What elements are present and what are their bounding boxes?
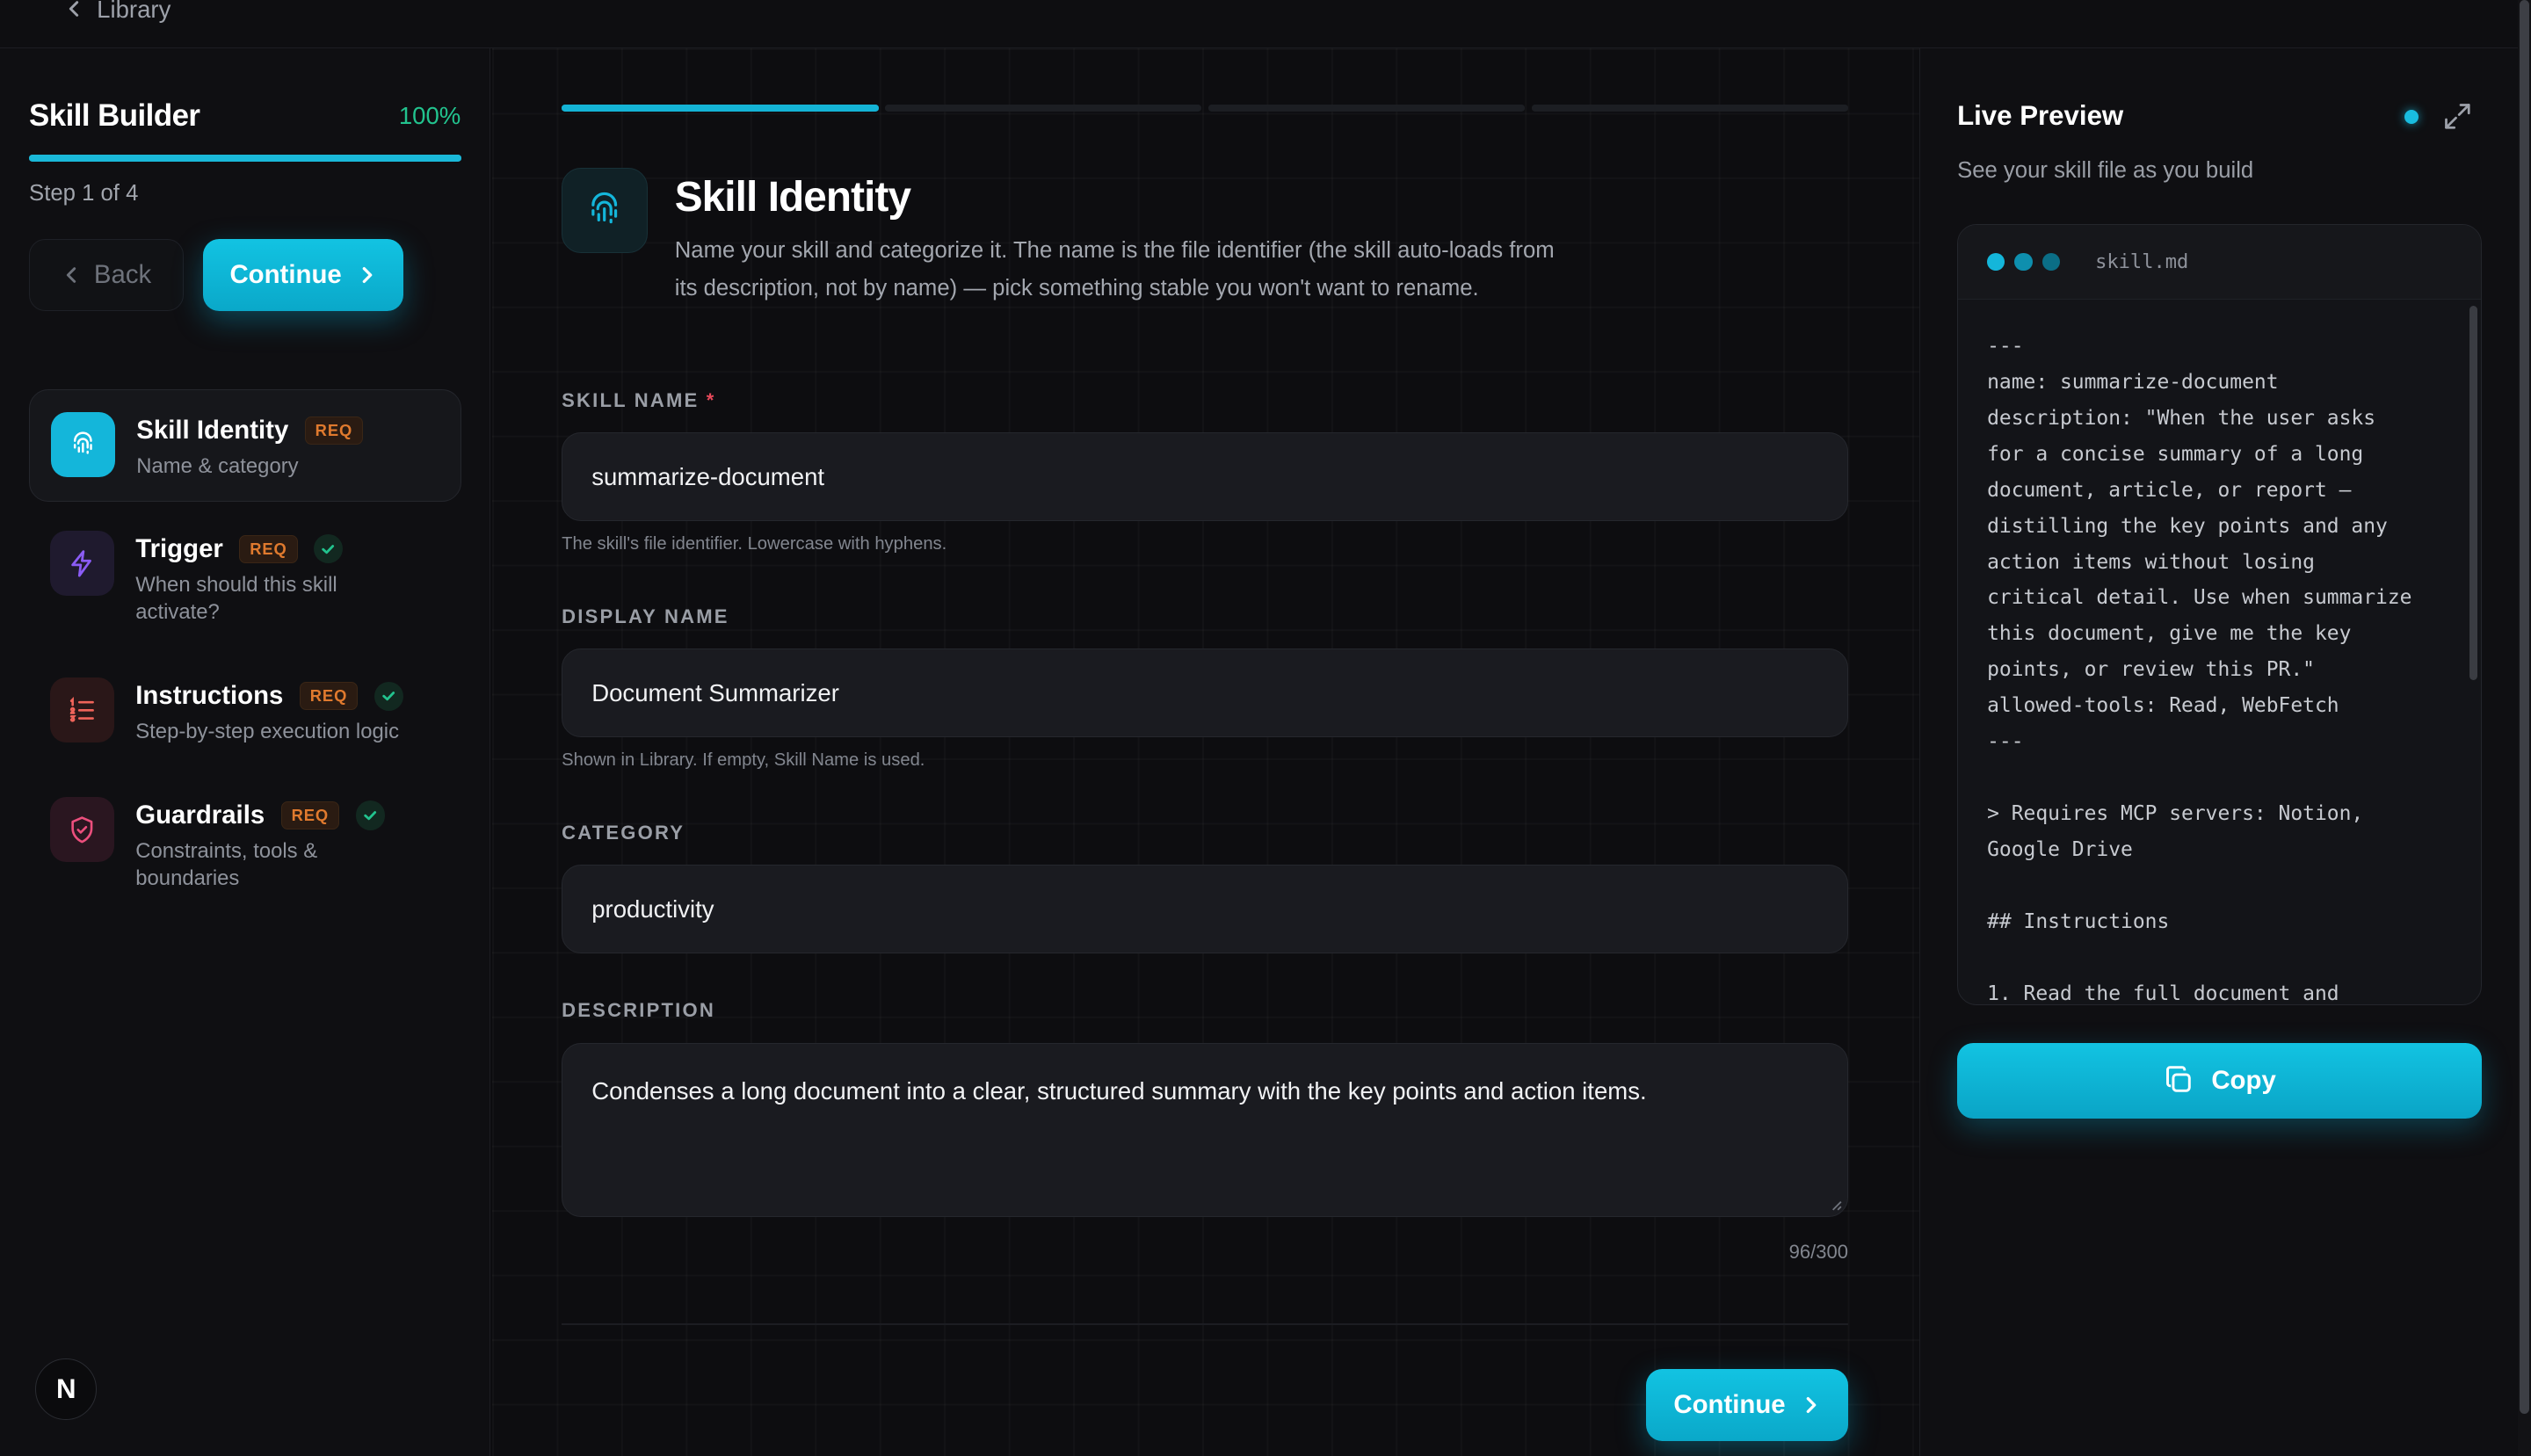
top-bar: Library [0, 0, 2531, 49]
page-scrollbar[interactable] [2518, 0, 2531, 1456]
progress-segment [562, 105, 879, 112]
step-name: Guardrails REQ [135, 800, 385, 830]
required-badge: REQ [299, 682, 359, 710]
code-preview-card: skill.md --- name: summarize-document de… [1957, 224, 2482, 1006]
continue-button[interactable]: Continue [1646, 1368, 1848, 1442]
step-name-label: Skill Identity [136, 416, 289, 445]
display-name-help: Shown in Library. If empty, Skill Name i… [562, 750, 925, 771]
sidebar-title: Skill Builder [29, 98, 200, 134]
back-label: Back [93, 260, 152, 290]
step-name-label: Trigger [135, 533, 223, 563]
live-preview-panel: Live Preview See your skill file as you … [1918, 48, 2519, 1456]
skill-name-help: The skill's file identifier. Lowercase w… [562, 533, 947, 554]
required-badge: REQ [280, 801, 340, 829]
page-description: Name your skill and categorize it. The n… [674, 238, 1555, 301]
description-label: DESCRIPTION [562, 998, 715, 1021]
category-input[interactable]: productivity [562, 865, 1848, 954]
back-button[interactable]: Back [29, 238, 185, 312]
preview-subtitle: See your skill file as you build [1957, 157, 2254, 183]
divider [562, 1323, 1848, 1325]
shield-icon [49, 797, 115, 862]
progress-segment [1207, 105, 1526, 112]
lightning-icon [49, 531, 115, 596]
progress-bar-fill [29, 155, 462, 162]
check-icon [355, 800, 385, 830]
progress-bar [29, 155, 462, 162]
chevron-right-icon [362, 267, 373, 284]
expand-icon[interactable] [2441, 100, 2474, 133]
required-mark: * [706, 388, 716, 411]
skill-name-label: SKILL NAME * [562, 389, 715, 412]
numbered-list-icon [49, 677, 115, 742]
chevron-right-icon [1806, 1396, 1817, 1413]
library-back-link[interactable]: Library [64, 0, 170, 24]
preview-title: Live Preview [1957, 99, 2124, 131]
copy-button[interactable]: Copy [1957, 1042, 2482, 1119]
step-item-trigger[interactable]: Trigger REQ When should this skill activ… [29, 517, 461, 630]
step-name: Trigger REQ [135, 533, 344, 564]
skill-name-label-text: SKILL NAME [562, 388, 700, 411]
step-name-label: Guardrails [135, 800, 265, 829]
display-name-input[interactable]: Document Summarizer [562, 648, 1848, 738]
character-counter: 96/300 [1788, 1241, 1849, 1264]
step-counter: Step 1 of 4 [29, 180, 139, 206]
step-name-label: Instructions [135, 681, 284, 711]
continue-button-sidebar[interactable]: Continue [203, 238, 404, 312]
file-name: skill.md [2095, 250, 2189, 273]
step-item-instructions[interactable]: Instructions REQ Step-by-step execution … [29, 663, 461, 754]
step-subtitle: Name & category [136, 454, 299, 479]
step-name: Skill Identity REQ [136, 416, 364, 445]
display-name-label: DISPLAY NAME [562, 605, 729, 627]
progress-segment [1531, 105, 1848, 112]
continue-label: Continue [1673, 1389, 1786, 1419]
step-item-guardrails[interactable]: Guardrails REQ Constraints, tools & boun… [29, 783, 461, 896]
check-icon [314, 534, 344, 564]
page-scrollbar-thumb[interactable] [2520, 0, 2530, 1414]
fingerprint-icon [50, 412, 116, 477]
window-dot-icon [2014, 252, 2033, 272]
copy-label: Copy [2211, 1065, 2276, 1095]
description-value: Condenses a long document into a clear, … [591, 1077, 1647, 1105]
chevron-left-icon [67, 267, 76, 283]
main-content: Skill Identity Name your skill and categ… [492, 48, 1919, 1456]
library-label: Library [97, 0, 171, 23]
step-name: Instructions REQ [135, 681, 403, 711]
category-label: CATEGORY [562, 821, 685, 844]
description-textarea[interactable]: Condenses a long document into a clear, … [562, 1042, 1848, 1217]
continue-label: Continue [229, 260, 342, 290]
fingerprint-icon [562, 168, 648, 254]
resize-grip-icon[interactable] [1830, 1199, 1843, 1212]
step-progress-segments [562, 105, 1848, 112]
code-scrollbar[interactable] [2469, 306, 2478, 681]
step-subtitle: Constraints, tools & boundaries [135, 839, 318, 891]
step-subtitle: Step-by-step execution logic [135, 720, 399, 744]
required-badge: REQ [239, 535, 298, 563]
sidebar: Skill Builder 100% Step 1 of 4 Back Cont… [0, 48, 491, 1456]
page-title: Skill Identity [674, 173, 911, 221]
live-status-dot [2404, 109, 2419, 125]
progress-segment [884, 105, 1202, 112]
progress-percent: 100% [398, 101, 461, 129]
skill-name-input[interactable]: summarize-document [562, 432, 1848, 522]
step-subtitle: When should this skill activate? [135, 573, 337, 625]
required-badge: REQ [304, 417, 364, 445]
code-content: --- name: summarize-document description… [1987, 334, 2412, 1005]
copy-icon [2166, 1066, 2192, 1093]
code-header: skill.md [1958, 225, 2481, 300]
window-dot-icon [1987, 252, 2005, 272]
chevron-left-icon [69, 1, 79, 18]
step-item-skill-identity[interactable]: Skill Identity REQ Name & category [29, 388, 462, 503]
avatar[interactable]: N [35, 1358, 98, 1421]
check-icon [373, 681, 403, 711]
window-dot-icon [2041, 252, 2060, 272]
